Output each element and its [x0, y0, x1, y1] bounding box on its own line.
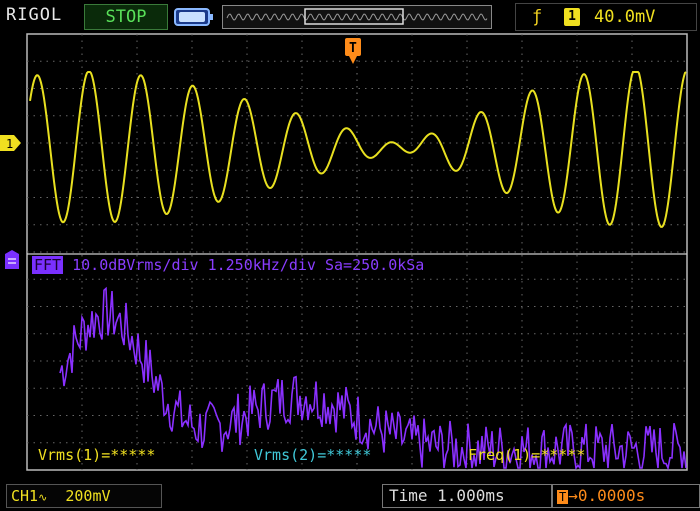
settings-bar: CH1∿ 200mV Time 1.000ms T →0.0000s [0, 481, 700, 511]
ch1-settings[interactable]: CH1∿ 200mV [6, 484, 162, 508]
trigger-source-badge: 1 [564, 8, 580, 26]
ch1-offset-marker[interactable]: 1 [0, 135, 22, 151]
trigger-offset-value: 0.0000s [577, 486, 646, 505]
fft-scale-info: 10.0dBVrms/div 1.250kHz/div Sa=250.0kSa [72, 256, 425, 274]
fft-badge: FFT [32, 256, 64, 274]
measurement-vrms1: Vrms(1)=***** [38, 446, 156, 464]
ch1-scale: 200mV [65, 487, 111, 505]
trigger-position-marker[interactable]: T [345, 33, 363, 67]
trigger-settings[interactable]: ƒ 1 40.0mV [515, 3, 697, 31]
memory-depth-bar[interactable] [222, 5, 492, 29]
trigger-offset-settings[interactable]: T →0.0000s [552, 484, 700, 508]
trigger-offset-icon: T [557, 490, 569, 504]
fft-info: FFT 10.0dBVrms/div 1.250kHz/div Sa=250.0… [32, 256, 424, 274]
rising-edge-icon: ƒ [532, 7, 543, 27]
status-bar: RIGOL STOP ƒ 1 40.0mV [0, 0, 700, 32]
ch1-label: CH1 [11, 487, 39, 505]
brand-logo: RIGOL [6, 5, 63, 25]
trigger-level: 40.0mV [594, 7, 656, 27]
measurement-vrms2: Vrms(2)=***** [254, 446, 372, 464]
svg-text:1: 1 [6, 137, 13, 151]
battery-icon [174, 8, 213, 26]
svg-text:T: T [349, 41, 357, 56]
run-stop-status[interactable]: STOP [84, 4, 168, 30]
fft-marker-icon [5, 250, 19, 269]
timebase-settings[interactable]: Time 1.000ms [382, 484, 552, 508]
ac-coupling-icon: ∿ [38, 491, 48, 504]
measurement-freq1: Freq(1)=***** [468, 446, 586, 464]
